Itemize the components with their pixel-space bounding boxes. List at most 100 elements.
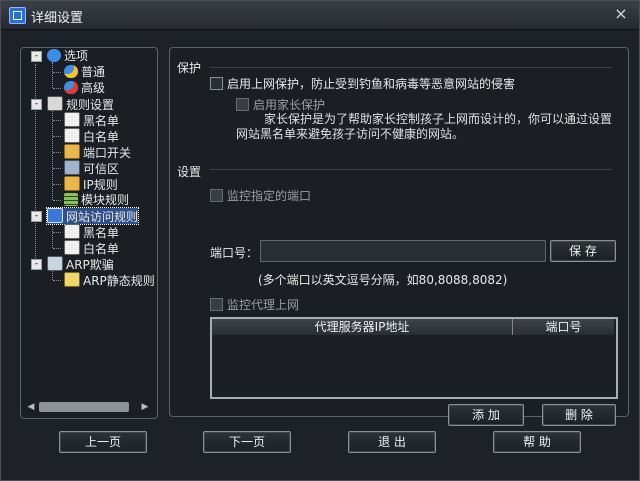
- tree-item-general[interactable]: 普通: [64, 64, 105, 80]
- monitor-port-label: 监控指定的端口: [227, 189, 312, 203]
- expander-options[interactable]: -: [31, 51, 42, 62]
- proxy-table[interactable]: 代理服务器IP地址 端口号: [210, 317, 618, 399]
- tree-connector: [53, 280, 61, 281]
- tree-item-label: 普通: [81, 65, 106, 79]
- tree-item-label: 网站访问规则: [66, 210, 139, 224]
- monitor-proxy-checkbox[interactable]: [210, 298, 223, 311]
- section-divider: [210, 169, 612, 170]
- scroll-thumb[interactable]: [39, 402, 129, 412]
- parental-protection-label: 启用家长保护: [253, 98, 326, 112]
- expander-rules[interactable]: -: [31, 99, 42, 110]
- tree-connector: [53, 200, 61, 201]
- port-label: 端口号：: [210, 246, 259, 260]
- dialog-body: - 选项 普通 高级 - 规则设置 黑名单 白名单 端口开关 可信区 IP规则 …: [1, 30, 639, 480]
- settings-section-title: 设置: [177, 165, 202, 179]
- network-icon: [64, 160, 80, 175]
- help-button[interactable]: 帮 助: [493, 431, 581, 453]
- parental-protection-checkbox[interactable]: [236, 98, 249, 111]
- ip-icon: [64, 176, 80, 191]
- next-page-button[interactable]: 下一页: [203, 431, 291, 453]
- tree-connector: [53, 184, 61, 185]
- tree-item-label: 白名单: [83, 130, 120, 144]
- document-icon: [64, 112, 80, 127]
- close-icon[interactable]: ×: [611, 5, 631, 23]
- tree-connector: [52, 110, 53, 200]
- tree-item-module-rules[interactable]: 模块规则: [64, 192, 129, 208]
- column-header-port[interactable]: 端口号: [513, 319, 614, 335]
- section-divider: [210, 67, 612, 68]
- tree-item-whitelist[interactable]: 白名单: [64, 128, 119, 144]
- tree-connector: [53, 152, 61, 153]
- tree-item-rule-settings[interactable]: 规则设置: [47, 96, 114, 112]
- tree-horizontal-scrollbar[interactable]: ◀ ▶: [25, 400, 151, 414]
- web-icon: [47, 208, 63, 223]
- tree-connector: [53, 120, 61, 121]
- monitor-proxy-label: 监控代理上网: [227, 298, 300, 312]
- document-icon: [64, 240, 80, 255]
- tree-item-web-whitelist[interactable]: 白名单: [64, 240, 119, 256]
- tree-connector: [53, 168, 61, 169]
- tree-item-trusted-zone[interactable]: 可信区: [64, 160, 119, 176]
- tree-connector: [52, 62, 53, 88]
- tree-item-blacklist[interactable]: 黑名单: [64, 112, 119, 128]
- tree-item-label: ARP欺骗: [66, 258, 114, 272]
- tree-item-website-access-rules[interactable]: 网站访问规则: [45, 207, 140, 225]
- port-icon: [64, 144, 80, 159]
- app-icon: [9, 7, 26, 24]
- port-input[interactable]: [260, 240, 546, 262]
- tree-item-label: 模块规则: [81, 193, 130, 207]
- settings-tree[interactable]: - 选项 普通 高级 - 规则设置 黑名单 白名单 端口开关 可信区 IP规则 …: [20, 47, 158, 419]
- tree-item-label: 可信区: [83, 162, 120, 176]
- tree-item-arp-static-rules[interactable]: ARP静态规则: [64, 272, 155, 288]
- protect-section-title: 保护: [177, 61, 202, 75]
- website-rules-panel: 保护 启用上网保护，防止受到钓鱼和病毒等恶意网站的侵害 启用家长保护 家长保护是…: [169, 47, 629, 426]
- tree-connector: [53, 72, 61, 73]
- options-icon: [47, 49, 61, 62]
- enable-web-protection-checkbox[interactable]: [210, 77, 223, 90]
- delete-button[interactable]: 删 除: [542, 404, 616, 426]
- tree-connector: [53, 232, 61, 233]
- arp-rule-icon: [64, 272, 80, 287]
- title-bar[interactable]: 详细设置 ×: [1, 1, 639, 30]
- settings-window: 详细设置 × - 选项 普通 高级 - 规则设置 黑名单 白名单 端口开关 可信…: [0, 0, 640, 481]
- tree-item-port-switch[interactable]: 端口开关: [64, 144, 131, 160]
- tree-connector: [53, 248, 61, 249]
- tree-item-options[interactable]: 选项: [47, 48, 88, 64]
- tree-item-web-blacklist[interactable]: 黑名单: [64, 224, 119, 240]
- prev-page-button[interactable]: 上一页: [59, 431, 147, 453]
- tree-item-label: 选项: [64, 49, 89, 63]
- tree-item-ip-rules[interactable]: IP规则: [64, 176, 118, 192]
- tree-item-arp-spoofing[interactable]: ARP欺骗: [47, 256, 114, 272]
- tree-item-label: IP规则: [83, 178, 118, 192]
- parental-description-line1: 家长保护是为了帮助家长控制孩子上网而设计的，你可以通过设置: [264, 112, 613, 126]
- expander-website-rules[interactable]: -: [31, 211, 42, 222]
- column-header-proxy-ip[interactable]: 代理服务器IP地址: [212, 319, 513, 335]
- tree-item-label: 黑名单: [83, 226, 120, 240]
- tree-item-label: ARP静态规则: [83, 274, 155, 288]
- monitor-port-checkbox[interactable]: [210, 189, 223, 202]
- document-icon: [64, 224, 80, 239]
- expander-arp[interactable]: -: [31, 259, 42, 270]
- advanced-icon: [64, 81, 78, 94]
- tree-item-label: 白名单: [83, 242, 120, 256]
- tree-item-label: 高级: [81, 81, 106, 95]
- add-button[interactable]: 添 加: [448, 404, 524, 426]
- tree-item-label: 黑名单: [83, 114, 120, 128]
- rules-icon: [47, 96, 63, 111]
- document-icon: [64, 128, 80, 143]
- general-icon: [64, 65, 78, 78]
- tree-connector: [52, 222, 53, 248]
- tree-connector: [53, 88, 61, 89]
- module-icon: [64, 193, 78, 206]
- window-title: 详细设置: [31, 11, 84, 26]
- exit-button[interactable]: 退 出: [348, 431, 436, 453]
- scroll-right-icon[interactable]: ▶: [139, 400, 151, 414]
- tree-connector: [35, 64, 36, 268]
- save-button[interactable]: 保 存: [550, 240, 616, 262]
- port-hint: (多个端口以英文逗号分隔，如80,8088,8082): [258, 273, 508, 287]
- tree-item-advanced[interactable]: 高级: [64, 80, 105, 96]
- scroll-left-icon[interactable]: ◀: [25, 400, 37, 414]
- tree-item-label: 规则设置: [66, 98, 115, 112]
- tree-connector: [53, 136, 61, 137]
- arp-icon: [47, 256, 63, 271]
